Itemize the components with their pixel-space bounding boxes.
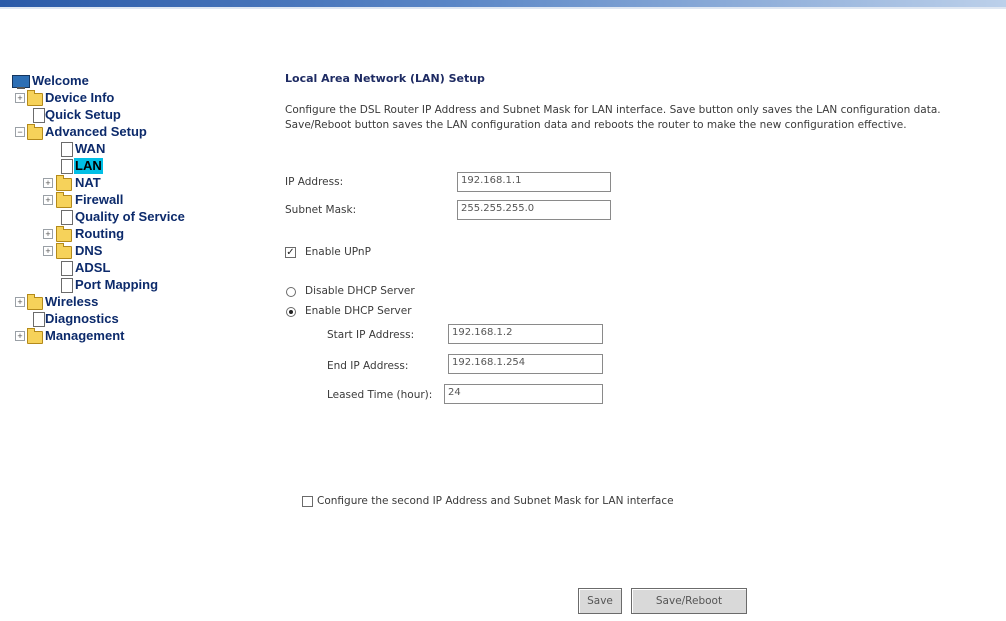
sidebar-item-label: NAT <box>75 175 101 190</box>
subnet-mask-input[interactable]: 255.255.255.0 <box>457 200 611 220</box>
ip-address-label: IP Address: <box>285 176 344 188</box>
expand-icon[interactable]: + <box>15 297 25 307</box>
second-ip-checkbox[interactable] <box>302 496 313 507</box>
subnet-mask-label: Subnet Mask: <box>285 204 357 216</box>
sidebar-item-label: Wireless <box>45 294 99 309</box>
expand-icon[interactable]: + <box>15 93 25 103</box>
sidebar-item-label: Firewall <box>75 192 124 207</box>
page-icon <box>61 142 73 157</box>
sidebar-item-label: WAN <box>75 141 106 156</box>
sidebar-item-label: ADSL <box>75 260 111 275</box>
sidebar-item-label: Diagnostics <box>45 311 119 326</box>
sidebar-item-label: Advanced Setup <box>45 124 147 139</box>
folder-icon <box>56 192 72 208</box>
page-icon <box>33 312 45 327</box>
folder-icon <box>56 175 72 191</box>
sidebar-item-label: DNS <box>75 243 103 258</box>
page-icon <box>33 108 45 123</box>
page-icon <box>61 159 73 174</box>
disable-dhcp-label: Disable DHCP Server <box>305 285 415 297</box>
folder-icon <box>27 328 43 344</box>
page-title: Local Area Network (LAN) Setup <box>285 72 485 85</box>
sidebar-item-label: Quick Setup <box>45 107 121 122</box>
page-icon <box>61 261 73 276</box>
sidebar-item-label: Quality of Service <box>75 209 185 224</box>
sidebar-item-label: Device Info <box>45 90 115 105</box>
expand-icon[interactable]: + <box>43 178 53 188</box>
page-icon <box>61 210 73 225</box>
page-description: Configure the DSL Router IP Address and … <box>285 104 941 131</box>
sidebar-item-label: LAN <box>74 158 103 174</box>
save-button[interactable]: Save <box>578 588 622 614</box>
disable-dhcp-radio[interactable] <box>286 287 296 297</box>
folder-icon <box>27 294 43 310</box>
lease-time-label: Leased Time (hour): <box>327 389 433 401</box>
end-ip-input[interactable]: 192.168.1.254 <box>448 354 603 374</box>
expand-icon[interactable]: + <box>43 229 53 239</box>
collapse-icon[interactable]: − <box>15 127 25 137</box>
expand-icon[interactable]: + <box>43 246 53 256</box>
enable-dhcp-label: Enable DHCP Server <box>305 305 412 317</box>
folder-icon <box>27 90 43 106</box>
sidebar-item-label: Routing <box>75 226 125 241</box>
lan-setup-panel: Local Area Network (LAN) Setup Configure… <box>285 0 1005 621</box>
computer-icon <box>12 75 30 89</box>
enable-dhcp-radio[interactable] <box>286 307 296 317</box>
sidebar-item-label: Welcome <box>32 73 89 88</box>
folder-open-icon <box>27 124 43 140</box>
folder-icon <box>56 243 72 259</box>
end-ip-label: End IP Address: <box>327 360 409 372</box>
page-icon <box>61 278 73 293</box>
ip-address-input[interactable]: 192.168.1.1 <box>457 172 611 192</box>
enable-upnp-label: Enable UPnP <box>305 246 371 258</box>
folder-icon <box>56 226 72 242</box>
save-reboot-button[interactable]: Save/Reboot <box>631 588 747 614</box>
start-ip-label: Start IP Address: <box>327 329 415 341</box>
start-ip-input[interactable]: 192.168.1.2 <box>448 324 603 344</box>
enable-upnp-checkbox[interactable]: ✓ <box>285 247 296 258</box>
second-ip-label: Configure the second IP Address and Subn… <box>317 495 674 507</box>
expand-icon[interactable]: + <box>43 195 53 205</box>
expand-icon[interactable]: + <box>15 331 25 341</box>
sidebar-item-label: Management <box>45 328 125 343</box>
lease-time-input[interactable]: 24 <box>444 384 603 404</box>
sidebar-item-label: Port Mapping <box>75 277 159 292</box>
